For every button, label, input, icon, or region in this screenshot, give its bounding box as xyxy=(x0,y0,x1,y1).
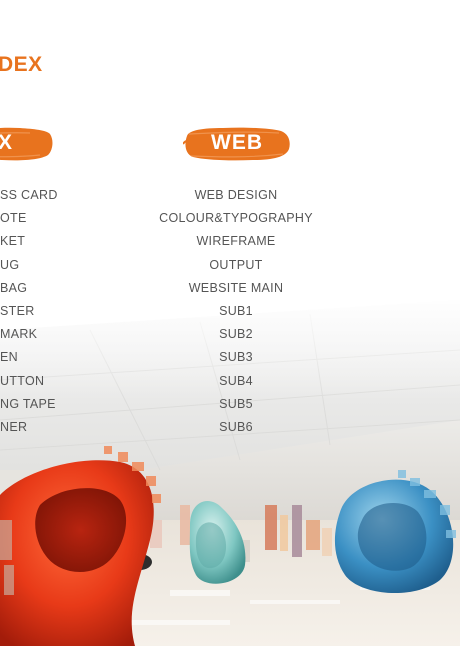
list-item[interactable]: SUB2 xyxy=(150,323,322,346)
list-item[interactable]: STER xyxy=(0,300,90,323)
web-heading-brush: WEB xyxy=(183,124,291,164)
list-item-label: WIREFRAME xyxy=(196,234,276,249)
list-item[interactable]: SUB3 xyxy=(150,346,322,369)
list-item-label: SUB6 xyxy=(219,419,253,434)
list-item-label: SUB3 xyxy=(219,350,253,365)
list-item-label: SUB5 xyxy=(219,396,253,411)
list-item-label: OUTPUT xyxy=(209,257,263,272)
list-item-label: KET xyxy=(0,234,26,249)
index-page: DEX X WEB SS CARD OTE KET UG BAG STER MARK EN UT… xyxy=(0,0,460,646)
list-item[interactable]: NER xyxy=(0,416,90,439)
list-item[interactable]: OTE xyxy=(0,207,90,230)
list-item[interactable]: NG TAPE xyxy=(0,393,90,416)
list-item[interactable]: SUB4 xyxy=(150,370,322,393)
web-heading: WEB xyxy=(211,131,263,154)
list-item-label: EN xyxy=(0,350,18,365)
list-item[interactable]: SS CARD xyxy=(0,184,90,207)
web-column-list: WEB DESIGN COLOUR&TYPOGRAPHY WIREFRAME OUTP… xyxy=(150,184,322,439)
list-item[interactable]: KET xyxy=(0,230,90,253)
list-item-label: SS CARD xyxy=(0,188,58,202)
list-item-label: SUB2 xyxy=(219,327,253,342)
list-item[interactable]: UG xyxy=(0,254,90,277)
left-column-heading-brush: X xyxy=(0,124,54,164)
left-column-heading: X xyxy=(0,131,14,154)
list-item[interactable]: BAG xyxy=(0,277,90,300)
list-item-label: STER xyxy=(0,303,35,318)
list-item-label: BAG xyxy=(0,280,28,295)
left-column-list: SS CARD OTE KET UG BAG STER MARK EN UTTON NG TAPE… xyxy=(0,184,90,439)
index-title-text: DEX xyxy=(0,53,43,76)
list-item[interactable]: SUB1 xyxy=(150,300,322,323)
list-item-label: NER xyxy=(0,419,28,434)
list-item-label: UTTON xyxy=(0,373,45,388)
list-item-label: COLOUR&TYPOGRAPHY xyxy=(159,211,313,226)
list-item-label: SUB1 xyxy=(219,303,253,318)
list-item-label: NG TAPE xyxy=(0,396,56,411)
list-item[interactable]: OUTPUT xyxy=(150,254,322,277)
list-item[interactable]: EN xyxy=(0,346,90,369)
list-item-label: OTE xyxy=(0,211,27,226)
list-item[interactable]: WEB DESIGN xyxy=(150,184,322,207)
list-item[interactable]: UTTON xyxy=(0,370,90,393)
index-title: DEX xyxy=(0,53,43,77)
list-item[interactable]: WEBSITE MAIN xyxy=(150,277,322,300)
list-item[interactable]: MARK xyxy=(0,323,90,346)
list-item[interactable]: COLOUR&TYPOGRAPHY xyxy=(150,207,322,230)
list-item[interactable]: SUB6 xyxy=(150,416,322,439)
list-item-label: WEBSITE MAIN xyxy=(188,280,284,295)
list-item-label: SUB4 xyxy=(219,373,253,388)
list-item[interactable]: SUB5 xyxy=(150,393,322,416)
list-item-label: WEB DESIGN xyxy=(194,188,278,202)
list-item-label: UG xyxy=(0,257,20,272)
list-item[interactable]: WIREFRAME xyxy=(150,230,322,253)
list-item-label: MARK xyxy=(0,327,38,342)
